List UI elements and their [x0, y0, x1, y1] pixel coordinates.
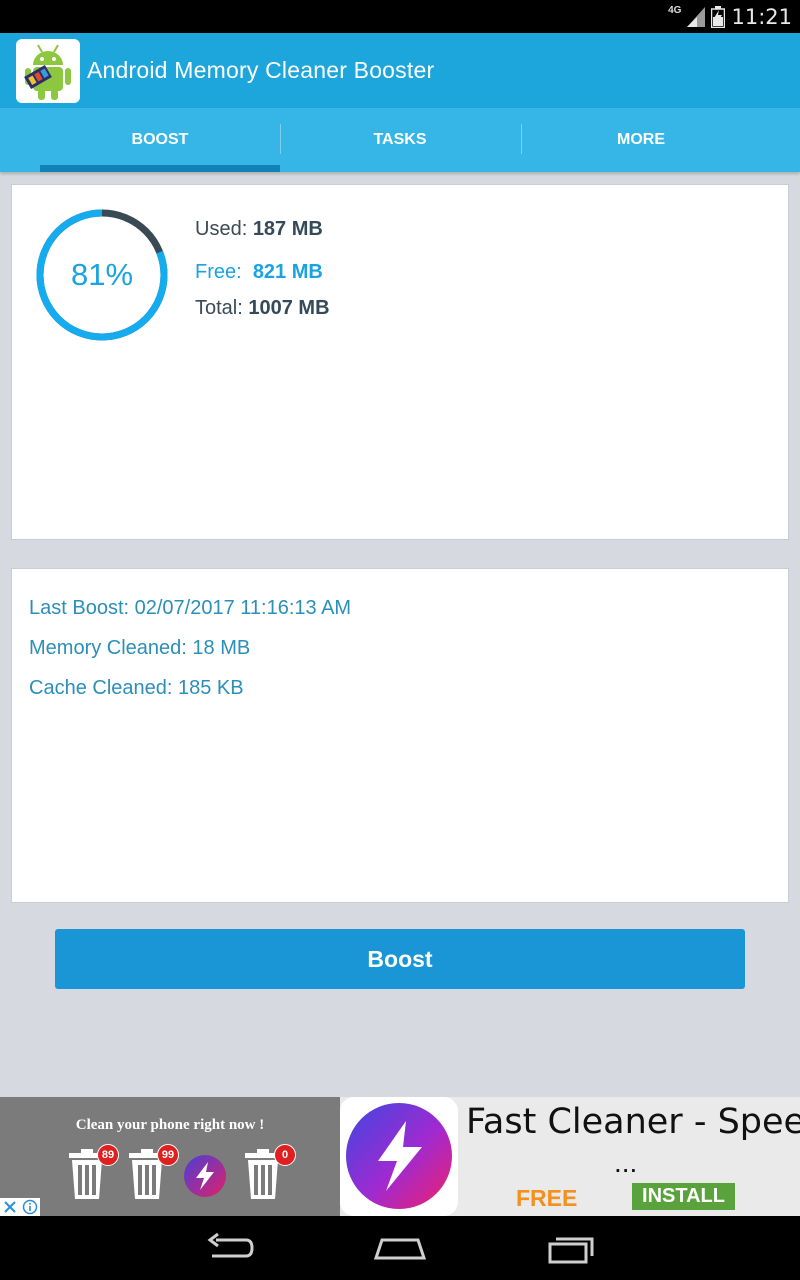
ad-banner[interactable]: Clean your phone right now ! 89 99 0 Fas… [0, 1097, 800, 1216]
total-row: Total: 1007 MB [195, 297, 330, 320]
status-icons: 4G 11:21 [668, 0, 792, 33]
ad-install-button[interactable]: INSTALL [632, 1183, 735, 1210]
used-row: Used: 187 MB [195, 218, 323, 241]
ad-title[interactable]: Fast Cleaner - Speed [466, 1102, 800, 1142]
tab-tasks-label: TASKS [373, 131, 427, 148]
tab-boost[interactable]: BOOST [40, 108, 280, 172]
ad-info-icon[interactable] [22, 1199, 38, 1215]
free-row: Free: 821 MB [195, 261, 323, 284]
ad-tagline: Clean your phone right now ! [75, 1117, 265, 1133]
app-logo-icon [16, 39, 80, 103]
free-value: 821 MB [252, 261, 323, 283]
boost-button[interactable]: Boost [55, 929, 745, 989]
status-bar: 4G 11:21 [0, 0, 800, 33]
ad-app-icon[interactable] [340, 1097, 458, 1216]
network-type-label: 4G [668, 5, 682, 16]
tab-boost-label: BOOST [131, 131, 189, 148]
used-value: 187 MB [252, 218, 323, 240]
home-icon[interactable] [370, 1230, 430, 1266]
lightning-icon [184, 1155, 226, 1197]
app-bar: Android Memory Cleaner Booster [0, 33, 800, 108]
total-value: 1007 MB [248, 297, 330, 319]
tab-more[interactable]: MORE [521, 108, 761, 172]
memory-cleaned-text: Memory Cleaned: 18 MB [29, 637, 251, 659]
back-icon[interactable] [200, 1230, 260, 1266]
cache-cleaned-text: Cache Cleaned: 185 KB [29, 677, 244, 699]
ad-choices[interactable] [0, 1198, 40, 1216]
free-label: Free: [195, 261, 242, 283]
battery-icon [711, 5, 726, 28]
tab-more-label: MORE [617, 131, 665, 148]
tab-active-indicator [40, 165, 280, 172]
recents-icon[interactable] [542, 1230, 602, 1266]
trash-badge: 0 [274, 1144, 296, 1166]
last-boost-text: Last Boost: 02/07/2017 11:16:13 AM [29, 597, 352, 619]
lightning-icon [346, 1103, 452, 1209]
memory-card: 81% Used: 187 MB Free: 821 MB Total: 100… [11, 184, 789, 540]
navigation-bar [0, 1216, 800, 1280]
status-time: 11:21 [731, 4, 792, 29]
ad-title-ellipsis: ... [614, 1147, 638, 1178]
boost-info-card: Last Boost: 02/07/2017 11:16:13 AM Memor… [11, 568, 789, 903]
ad-image[interactable]: Clean your phone right now ! 89 99 0 [0, 1097, 340, 1216]
memory-percent: 81% [70, 257, 134, 292]
tab-tasks[interactable]: TASKS [280, 108, 520, 172]
ad-price: FREE [516, 1185, 578, 1211]
signal-icon [687, 6, 706, 27]
tab-bar: BOOST TASKS MORE [0, 108, 800, 172]
total-label: Total: [195, 297, 243, 319]
ad-close-icon[interactable] [2, 1199, 18, 1215]
used-label: Used: [195, 218, 248, 240]
trash-badge: 99 [157, 1144, 179, 1166]
trash-badge: 89 [97, 1144, 119, 1166]
app-title: Android Memory Cleaner Booster [87, 57, 435, 83]
